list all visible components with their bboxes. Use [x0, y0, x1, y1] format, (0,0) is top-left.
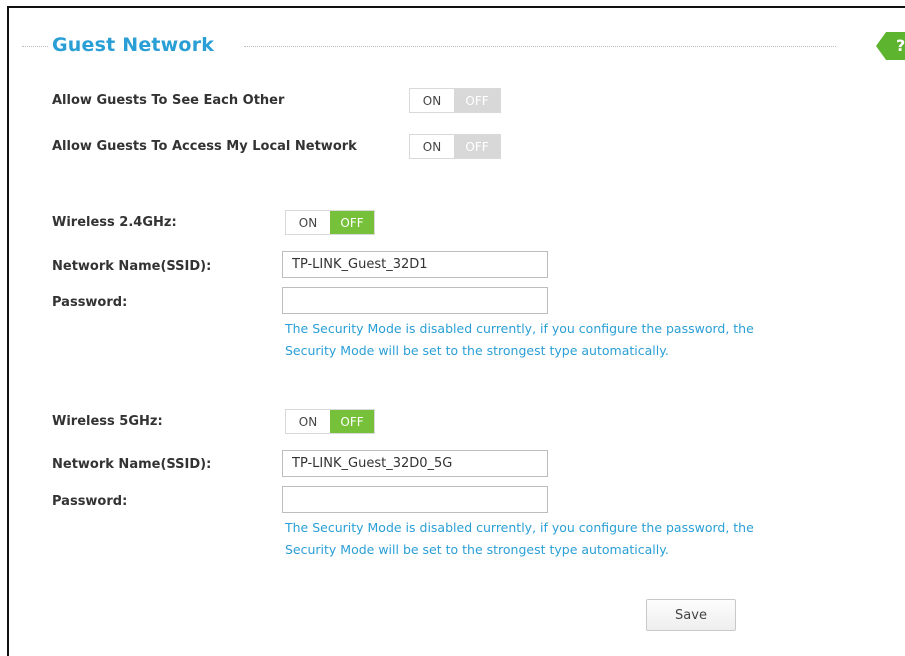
wireless-5-toggle[interactable]: ON OFF — [285, 409, 375, 434]
password-5-label: Password: — [52, 494, 128, 509]
security-note-24: The Security Mode is disabled currently,… — [285, 318, 845, 362]
wireless-24-toggle[interactable]: ON OFF — [285, 210, 375, 235]
security-note-line: Security Mode will be set to the stronge… — [285, 542, 669, 557]
toggle-on-option[interactable]: ON — [410, 135, 454, 158]
save-button[interactable]: Save — [646, 599, 736, 631]
wireless-5-label: Wireless 5GHz: — [52, 414, 163, 429]
security-note-line: The Security Mode is disabled currently,… — [285, 321, 754, 336]
toggle-off-option[interactable]: OFF — [454, 89, 500, 112]
ssid-24-label: Network Name(SSID): — [52, 259, 212, 274]
wireless-24-label: Wireless 2.4GHz: — [52, 215, 177, 230]
ssid-5-input[interactable] — [282, 450, 548, 477]
local-network-label: Allow Guests To Access My Local Network — [52, 139, 357, 154]
password-24-label: Password: — [52, 295, 128, 310]
security-note-5: The Security Mode is disabled currently,… — [285, 517, 845, 561]
ssid-24-input[interactable] — [282, 251, 548, 278]
toggle-on-option[interactable]: ON — [286, 410, 330, 433]
title-divider-left — [22, 46, 48, 47]
ssid-5-label: Network Name(SSID): — [52, 457, 212, 472]
toggle-off-option[interactable]: OFF — [454, 135, 500, 158]
title-divider-right — [244, 46, 836, 47]
toggle-on-option[interactable]: ON — [286, 211, 330, 234]
security-note-line: Security Mode will be set to the stronge… — [285, 343, 669, 358]
security-note-line: The Security Mode is disabled currently,… — [285, 520, 754, 535]
password-24-input[interactable] — [282, 287, 548, 314]
see-each-other-label: Allow Guests To See Each Other — [52, 93, 285, 108]
toggle-off-option[interactable]: OFF — [330, 211, 374, 234]
toggle-on-option[interactable]: ON — [410, 89, 454, 112]
toggle-off-option[interactable]: OFF — [330, 410, 374, 433]
see-each-other-toggle[interactable]: ON OFF — [409, 88, 501, 113]
section-title: Guest Network — [52, 34, 215, 56]
local-network-toggle[interactable]: ON OFF — [409, 134, 501, 159]
password-5-input[interactable] — [282, 486, 548, 513]
